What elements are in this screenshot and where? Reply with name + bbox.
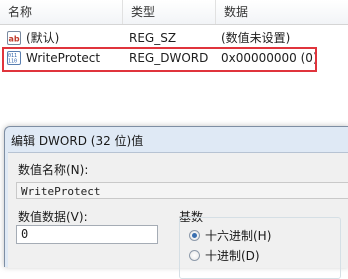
value-name: (默认)	[26, 31, 60, 45]
hex-radio[interactable]	[189, 230, 200, 241]
dialog-body: 数值名称(N): WriteProtect 数值数据(V): 0 基数 十六进制…	[8, 152, 348, 279]
edit-dword-dialog: 编辑 DWORD (32 位)值 数值名称(N): WriteProtect 数…	[4, 126, 348, 279]
value-type: REG_SZ	[129, 31, 177, 45]
value-data: (数值未设置)	[221, 31, 291, 45]
hex-radio-label[interactable]: 十六进制(H)	[205, 227, 271, 244]
list-item[interactable]: ab (默认) REG_SZ (数值未设置)	[0, 27, 348, 49]
column-header-name[interactable]: 名称	[0, 0, 123, 24]
svg-text:ab: ab	[9, 35, 20, 44]
value-data-label: 数值数据(V):	[18, 210, 88, 224]
string-value-icon: ab	[7, 31, 21, 45]
column-header-data[interactable]: 数据	[216, 0, 348, 24]
value-data-input[interactable]: 0	[16, 225, 158, 244]
column-header-type[interactable]: 类型	[123, 0, 216, 24]
list-header: 名称 类型 数据	[0, 0, 348, 25]
dialog-title: 编辑 DWORD (32 位)值	[11, 134, 144, 148]
highlight-box	[2, 47, 317, 72]
value-name-label: 数值名称(N):	[18, 163, 89, 177]
value-name-field: WriteProtect	[16, 182, 348, 199]
